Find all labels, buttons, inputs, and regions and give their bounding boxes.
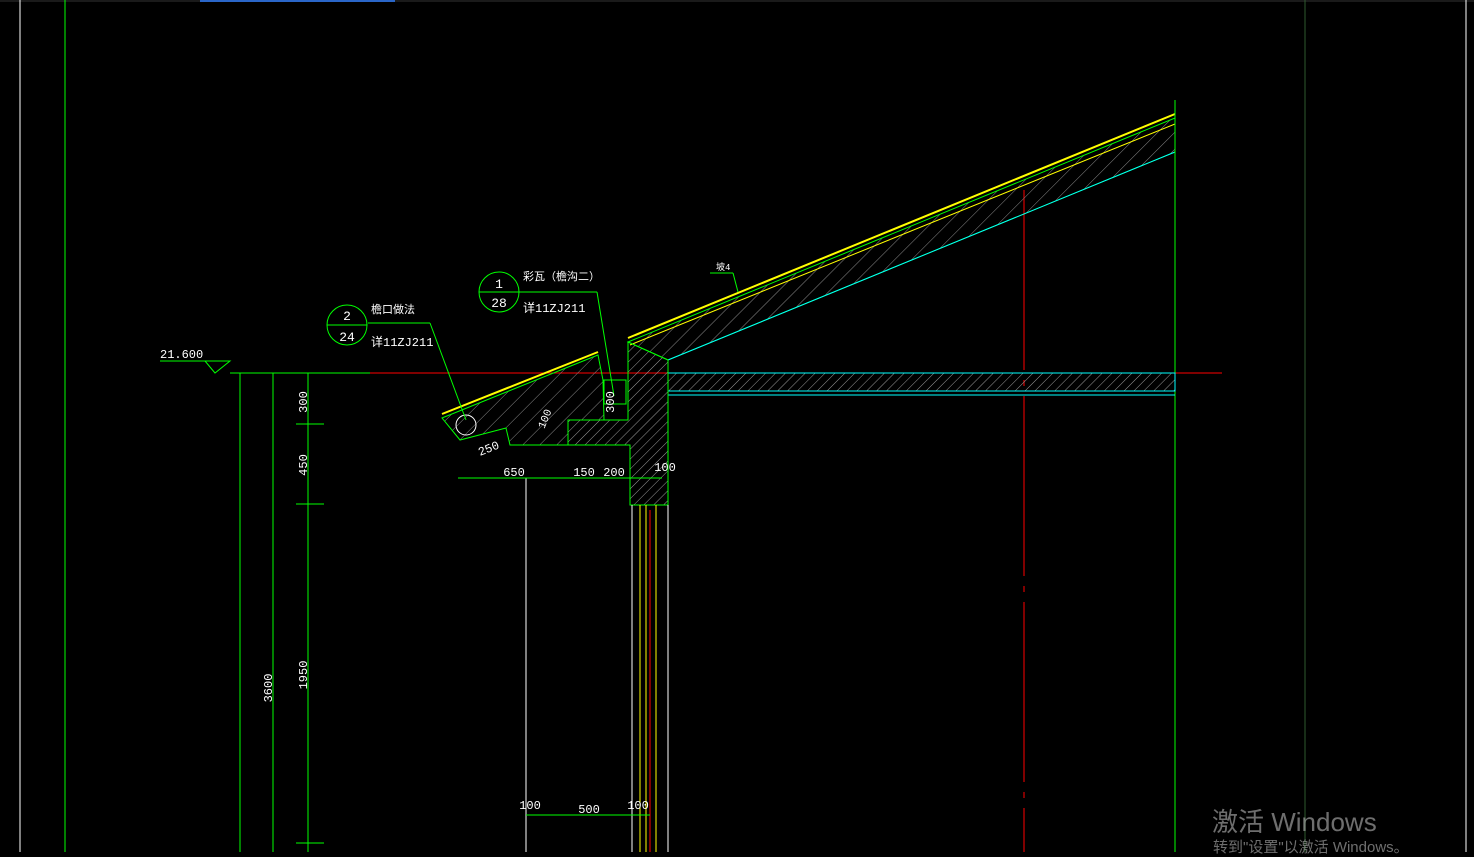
ceiling-slab <box>667 372 1176 396</box>
frame-lines <box>19 0 1467 852</box>
callout-2[interactable]: 2 24 檐口做法 详11ZJ211 <box>326 302 433 350</box>
dim-150: 150 <box>573 466 595 480</box>
dim-450: 450 <box>297 454 311 476</box>
sloped-roof <box>626 100 1176 852</box>
activate-windows-title: 激活 Windows <box>1212 807 1377 837</box>
callout-2-sheet: 24 <box>339 330 355 345</box>
callout-2-number: 2 <box>343 309 351 324</box>
callout-1-title: 彩瓦（檐沟二） <box>523 269 600 284</box>
callout-1-sheet: 28 <box>491 296 507 311</box>
dim-300-vertical: 300 <box>297 391 311 413</box>
dim-100-bottom-left: 100 <box>519 799 541 813</box>
dim-200: 200 <box>603 466 625 480</box>
dim-250: 250 <box>476 439 501 460</box>
dim-1950: 1950 <box>297 661 311 690</box>
callout-1-ref: 详11ZJ211 <box>523 300 585 316</box>
activate-windows-subtitle: 转到"设置"以激活 Windows。 <box>1213 839 1409 856</box>
callout-1-number: 1 <box>495 277 503 292</box>
cad-drawing-canvas[interactable]: 1 28 彩瓦（檐沟二） 详11ZJ211 2 24 檐口做法 详11ZJ211… <box>0 0 1474 852</box>
dim-100-bottom-right: 100 <box>627 799 649 813</box>
elevation-label: 21.600 <box>160 348 203 362</box>
slope-label: 坡4 <box>716 261 730 273</box>
dim-500: 500 <box>578 803 600 817</box>
callout-2-ref: 详11ZJ211 <box>371 334 433 350</box>
dim-3600: 3600 <box>262 674 276 703</box>
callout-2-title: 檐口做法 <box>371 302 415 317</box>
dim-100-right: 100 <box>654 461 676 475</box>
dim-650: 650 <box>503 466 525 480</box>
dim-300-gutter: 300 <box>604 391 618 413</box>
